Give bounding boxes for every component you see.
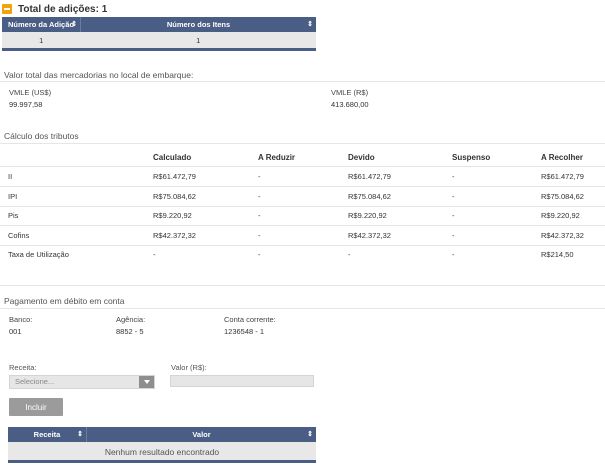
tributo-name: Taxa de Utilização xyxy=(8,250,69,259)
section-header[interactable]: Total de adições: 1 xyxy=(0,2,107,16)
valor-label: Valor (R$): xyxy=(171,363,207,372)
table-row[interactable]: 1 1 xyxy=(2,32,316,48)
tributo-value: R$61.472,79 xyxy=(153,172,196,181)
conta-label: Conta corrente: xyxy=(224,315,276,324)
agencia-label: Agência: xyxy=(116,315,146,324)
table-footer-bar xyxy=(2,48,316,51)
divider xyxy=(0,206,605,207)
column-header-label: Receita xyxy=(33,430,61,439)
tributos-title: Cálculo dos tributos xyxy=(4,131,79,141)
vmle-brl-value: 413.680,00 xyxy=(331,100,369,109)
vmle-usd-value: 99.997,58 xyxy=(9,100,43,109)
sort-icon[interactable]: ⇕ xyxy=(307,430,313,438)
sort-icon[interactable]: ⇕ xyxy=(77,430,83,438)
column-header-calculado: Calculado xyxy=(153,153,192,162)
divider xyxy=(0,308,605,309)
vmle-usd-label: VMLE (US$) xyxy=(9,88,52,97)
tributo-value: - xyxy=(452,172,455,181)
tributo-value: - xyxy=(258,250,261,259)
divider xyxy=(0,81,605,82)
column-header-numero-adicao[interactable]: Número da Adição ⇕ xyxy=(2,17,81,32)
receita-select-placeholder: Selecione... xyxy=(15,377,55,386)
tributo-value: - xyxy=(258,172,261,181)
adicoes-table: Número da Adição ⇕ Número dos Itens ⇕ 1 … xyxy=(2,17,316,48)
divider xyxy=(0,225,605,226)
tributo-value: R$9.220,92 xyxy=(348,211,387,220)
tributo-value: R$61.472,79 xyxy=(541,172,584,181)
column-header-a-recolher: A Recolher xyxy=(541,153,583,162)
tributo-value: - xyxy=(452,192,455,201)
column-header-a-reduzir: A Reduzir xyxy=(258,153,296,162)
table-cell: 1 xyxy=(2,32,81,48)
banco-label: Banco: xyxy=(9,315,33,324)
tributo-value: R$75.084,62 xyxy=(348,192,391,201)
tributo-value: R$214,50 xyxy=(541,250,574,259)
section-title: Total de adições: 1 xyxy=(18,3,108,15)
receita-label: Receita: xyxy=(9,363,37,372)
empty-message: Nenhum resultado encontrado xyxy=(8,442,316,461)
tributo-value: - xyxy=(452,211,455,220)
tributo-value: R$61.472,79 xyxy=(348,172,391,181)
table-footer-bar xyxy=(8,460,316,463)
tributo-value: R$42.372,32 xyxy=(348,231,391,240)
sort-icon[interactable]: ⇕ xyxy=(307,20,313,28)
receita-select[interactable]: Selecione... xyxy=(9,375,155,389)
column-header-label: Valor xyxy=(192,430,211,439)
agencia-value: 8852 - 5 xyxy=(116,327,144,336)
divider xyxy=(0,166,605,167)
tributo-value: - xyxy=(452,231,455,240)
column-header-valor[interactable]: Valor ⇕ xyxy=(86,427,316,442)
tributo-value: R$75.084,62 xyxy=(541,192,584,201)
tributo-value: R$75.084,62 xyxy=(153,192,196,201)
tributo-value: - xyxy=(258,211,261,220)
tributo-value: R$9.220,92 xyxy=(541,211,580,220)
divider xyxy=(0,285,605,286)
tributo-value: - xyxy=(153,250,156,259)
tributo-value: - xyxy=(258,192,261,201)
tributo-name: Pis xyxy=(8,211,19,220)
tributo-name: II xyxy=(8,172,13,181)
tributo-value: - xyxy=(452,250,455,259)
column-header-label: Número dos Itens xyxy=(166,20,231,29)
column-header-label: Número da Adição xyxy=(8,20,74,29)
receita-table: Receita ⇕ Valor ⇕ Nenhum resultado encon… xyxy=(8,427,316,461)
column-header-receita[interactable]: Receita ⇕ xyxy=(8,427,87,442)
column-header-numero-itens[interactable]: Número dos Itens ⇕ xyxy=(80,17,316,32)
tributo-value: - xyxy=(348,250,351,259)
divider xyxy=(0,245,605,246)
tributo-value: - xyxy=(258,231,261,240)
incluir-button[interactable]: Incluir xyxy=(9,398,63,416)
tributo-name: IPI xyxy=(8,192,18,201)
column-header-suspenso: Suspenso xyxy=(452,153,491,162)
column-header-devido: Devido xyxy=(348,153,375,162)
collapse-icon[interactable] xyxy=(2,4,12,14)
mercadorias-title: Valor total das mercadorias no local de … xyxy=(4,70,194,80)
empty-row: Nenhum resultado encontrado xyxy=(8,442,316,461)
chevron-down-icon[interactable] xyxy=(139,376,154,388)
tributo-value: R$42.372,32 xyxy=(541,231,584,240)
tributo-name: Cofins xyxy=(8,231,30,240)
banco-value: 001 xyxy=(9,327,22,336)
tributo-value: R$9.220,92 xyxy=(153,211,192,220)
conta-value: 1236548 - 1 xyxy=(224,327,265,336)
tributo-value: R$42.372,32 xyxy=(153,231,196,240)
pagamento-title: Pagamento em débito em conta xyxy=(4,296,125,306)
divider xyxy=(0,143,605,144)
divider xyxy=(0,186,605,187)
sort-icon[interactable]: ⇕ xyxy=(71,20,77,28)
vmle-brl-label: VMLE (R$) xyxy=(331,88,369,97)
valor-input[interactable] xyxy=(170,375,314,387)
table-cell: 1 xyxy=(80,32,316,48)
